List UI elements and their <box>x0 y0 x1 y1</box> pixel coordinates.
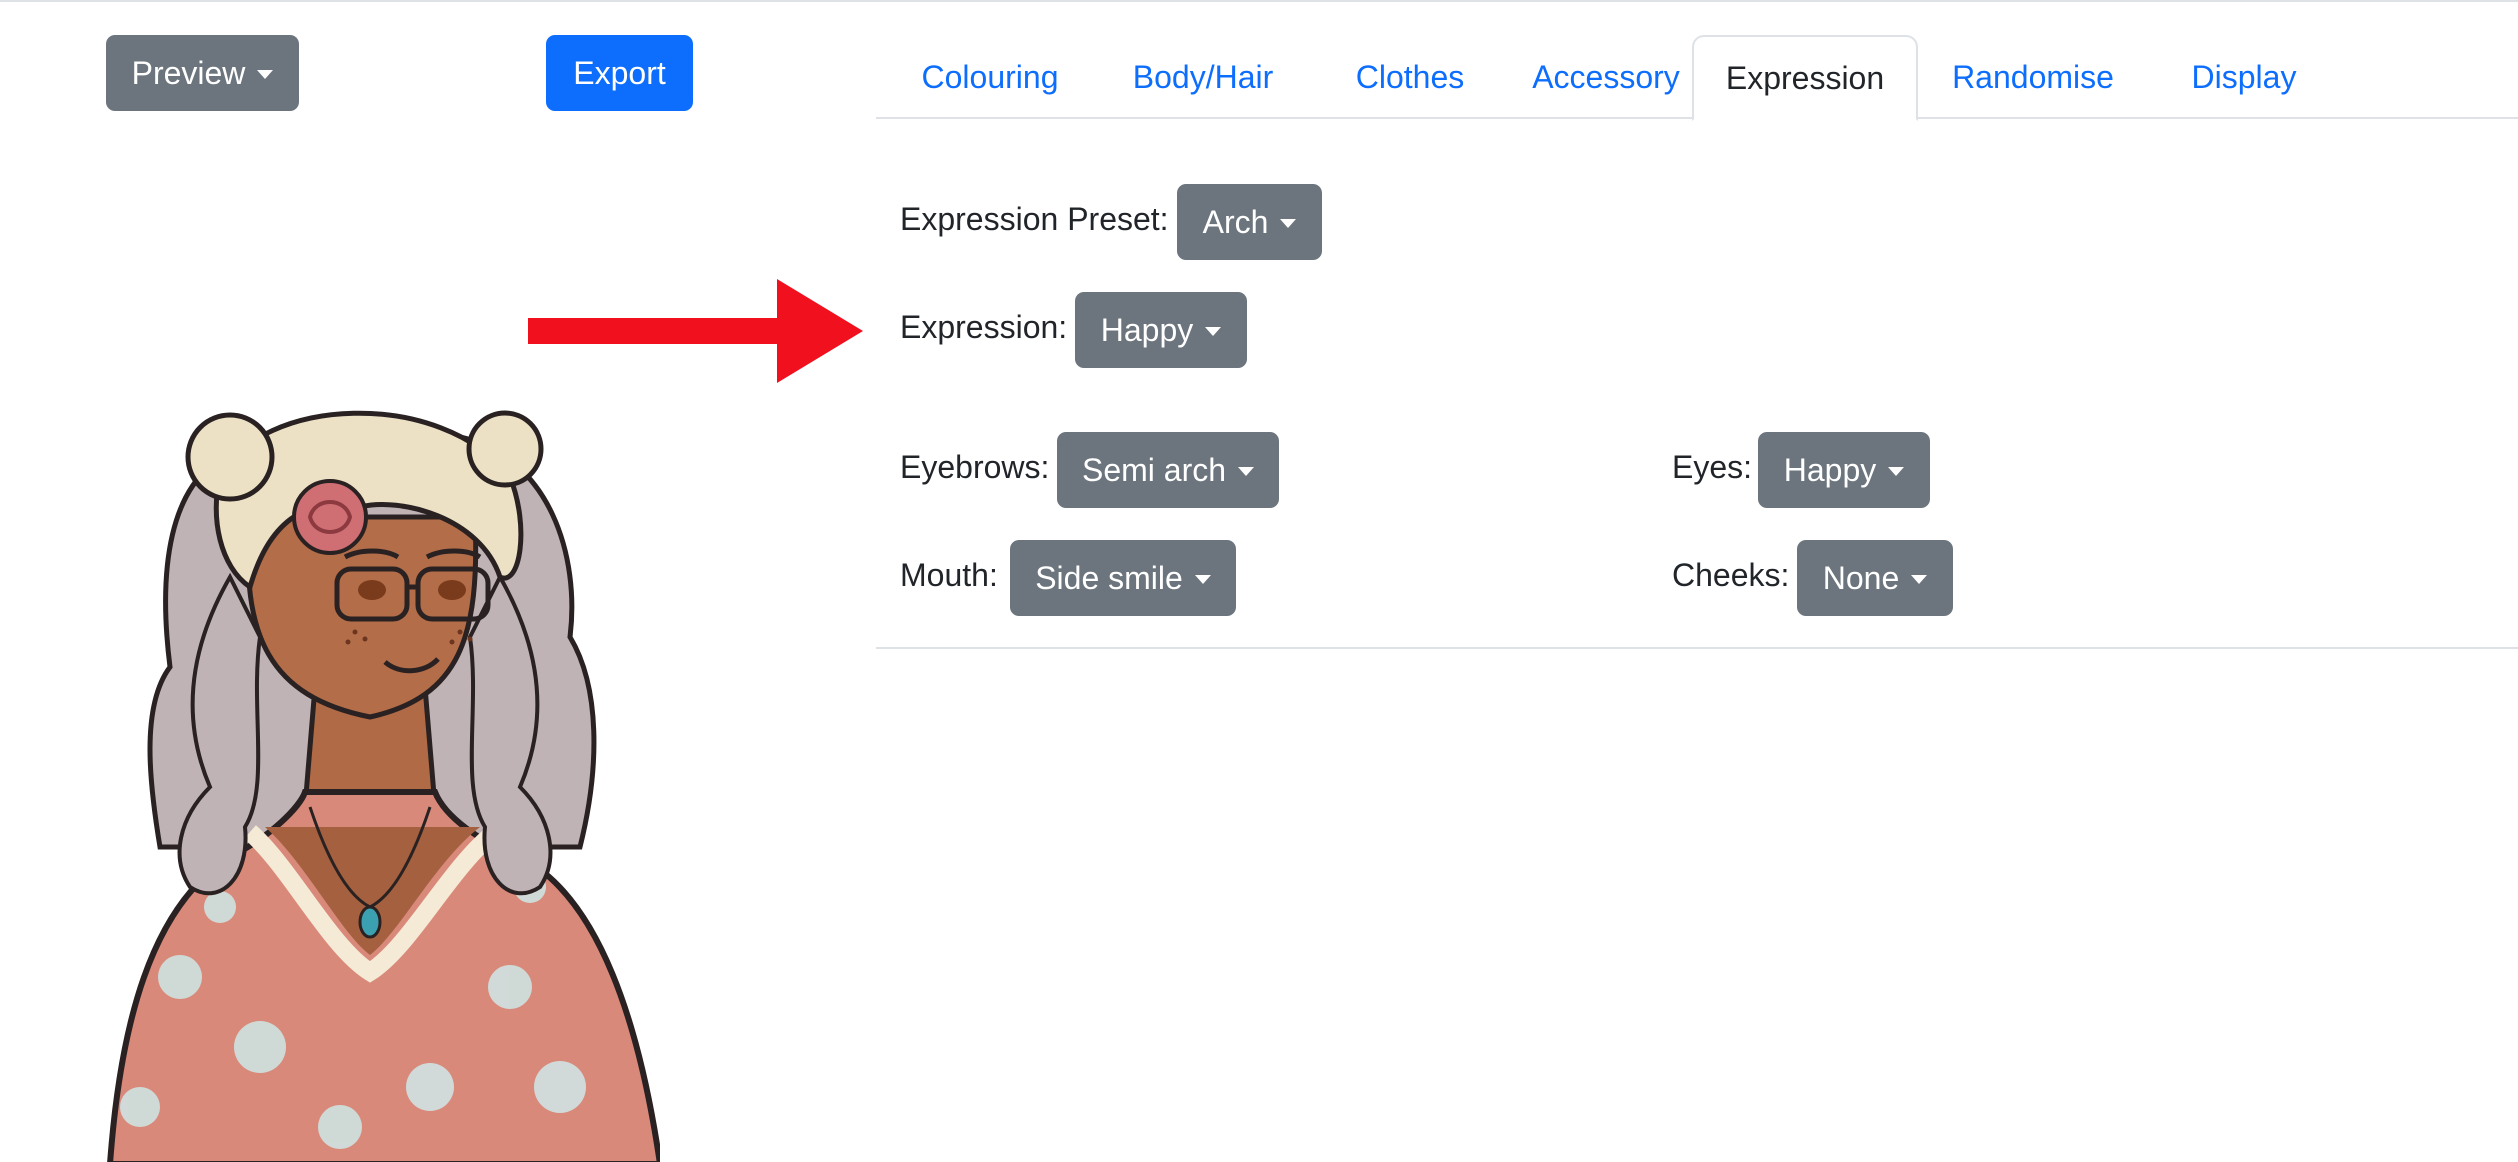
eyebrows-dropdown[interactable]: Semi arch <box>1057 432 1279 508</box>
preview-dropdown-button[interactable]: Preview <box>106 35 299 111</box>
tab-label: Accessory <box>1532 58 1680 95</box>
tab-randomise[interactable]: Randomise <box>1920 35 2146 119</box>
cheeks-dropdown[interactable]: None <box>1797 540 1953 616</box>
eyes-label: Eyes: <box>1672 449 1753 485</box>
tab-body-hair[interactable]: Body/Hair <box>1088 35 1318 119</box>
editor-tabs: Colouring Body/Hair Clothes Accessory Ex… <box>876 35 2518 121</box>
expression-label: Expression: <box>900 309 1068 345</box>
expression-preset-label: Expression Preset: <box>900 201 1169 237</box>
character-preview-image <box>107 410 660 1162</box>
mouth-dropdown[interactable]: Side smile <box>1010 540 1236 616</box>
chevron-down-icon <box>1888 466 1905 476</box>
cheeks-value: None <box>1822 559 1900 596</box>
tab-label: Body/Hair <box>1132 58 1274 95</box>
tab-accessory[interactable]: Accessory <box>1492 35 1720 119</box>
red-arrow-icon <box>528 279 863 383</box>
expression-preset-value: Arch <box>1202 203 1269 240</box>
chevron-down-icon <box>1205 326 1222 336</box>
preview-button-label: Preview <box>131 54 246 91</box>
chevron-down-icon <box>1238 466 1255 476</box>
tab-display[interactable]: Display <box>2144 35 2344 119</box>
export-button-label: Export <box>573 54 666 91</box>
mouth-label: Mouth: <box>900 557 998 593</box>
tab-colouring[interactable]: Colouring <box>876 35 1104 119</box>
expression-dropdown[interactable]: Happy <box>1075 292 1247 368</box>
chevron-down-icon <box>1280 218 1297 228</box>
export-button[interactable]: Export <box>546 35 693 111</box>
expression-value: Happy <box>1100 311 1194 348</box>
tab-label: Randomise <box>1952 58 2114 95</box>
eyes-value: Happy <box>1783 451 1877 488</box>
character-creator-page: Preview Export Colouring Body/Hair Cloth… <box>0 0 2518 1162</box>
tab-panel-bottom-border <box>876 647 2518 649</box>
tab-label: Colouring <box>921 58 1059 95</box>
tab-label: Clothes <box>1355 58 1465 95</box>
chevron-down-icon <box>257 69 274 79</box>
expression-preset-dropdown[interactable]: Arch <box>1177 184 1322 260</box>
chevron-down-icon <box>1911 574 1928 584</box>
eyebrows-label: Eyebrows: <box>900 449 1050 485</box>
tab-clothes[interactable]: Clothes <box>1316 35 1504 119</box>
eyebrows-value: Semi arch <box>1081 451 1227 488</box>
chevron-down-icon <box>1194 574 1211 584</box>
cheeks-label: Cheeks: <box>1672 557 1790 593</box>
eyes-dropdown[interactable]: Happy <box>1758 432 1930 508</box>
tab-label: Expression <box>1725 59 1885 96</box>
tab-label: Display <box>2191 58 2297 95</box>
tab-expression[interactable]: Expression <box>1692 35 1918 121</box>
mouth-value: Side smile <box>1035 559 1183 596</box>
